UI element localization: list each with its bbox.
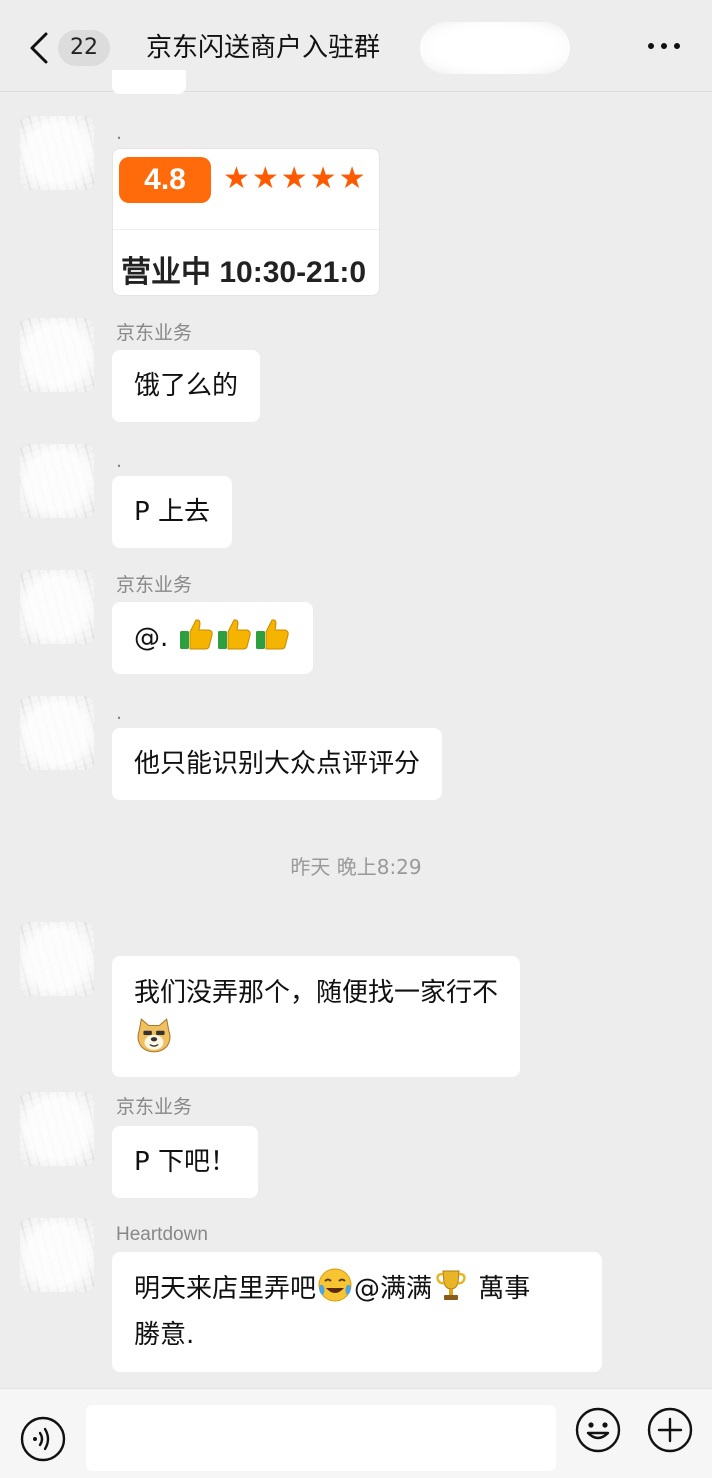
chat-header: 22 京东闪送商户入驻群	[0, 0, 712, 92]
message-bubble[interactable]: P 下吧！	[112, 1126, 258, 1198]
message-text: P 下吧！	[134, 1147, 236, 1177]
voice-icon[interactable]	[20, 1416, 66, 1462]
avatar[interactable]	[20, 570, 94, 644]
message-bubble[interactable]: 我们没弄那个，随便找一家行不	[112, 956, 521, 1077]
thumbs-up-icon	[217, 619, 251, 650]
message-text: @.	[134, 623, 177, 653]
chevron-left-icon[interactable]	[26, 28, 52, 68]
avatar[interactable]	[20, 318, 94, 392]
sender-name: 京东业务	[116, 1096, 193, 1118]
sender-name: .	[116, 122, 123, 144]
image-message[interactable]: 4.8 ★★★★★ 营业中 10:30-21:0	[112, 148, 380, 296]
sender-name: .	[116, 450, 123, 472]
message-text: 勝意.	[134, 1320, 195, 1350]
message-bubble-partial	[112, 70, 186, 94]
rating-badge: 4.8	[119, 157, 211, 203]
sender-name: 京东业务	[116, 574, 193, 596]
message-input[interactable]	[86, 1405, 556, 1471]
avatar[interactable]	[20, 1092, 94, 1166]
message-bubble[interactable]: 明天来店里弄吧 @满满 萬事 勝意.	[112, 1252, 602, 1372]
chat-title: 京东闪送商户入驻群	[146, 33, 381, 63]
sender-name: Heartdown	[116, 1224, 208, 1245]
message-bubble[interactable]: @.	[112, 602, 313, 674]
doge-icon	[137, 1018, 171, 1053]
avatar[interactable]	[20, 444, 94, 518]
sender-name: 京东业务	[116, 322, 193, 344]
more-icon[interactable]	[646, 36, 682, 56]
plus-icon[interactable]	[646, 1406, 694, 1454]
trophy-icon	[436, 1270, 466, 1300]
chat-timestamp: 昨天 晚上8:29	[290, 855, 422, 879]
thumbs-up-icon	[179, 619, 213, 650]
message-bubble[interactable]: 他只能识别大众点评评分	[112, 728, 443, 800]
sender-name: .	[116, 702, 123, 724]
avatar[interactable]	[20, 696, 94, 770]
message-text: 我们没弄那个，随便找一家行不	[134, 978, 499, 1008]
message-bubble[interactable]: P 上去	[112, 476, 232, 548]
message-text: 明天来店里弄吧	[134, 1274, 317, 1304]
unread-count-badge[interactable]: 22	[58, 30, 110, 66]
avatar[interactable]	[20, 922, 94, 996]
message-text: 萬事	[470, 1274, 531, 1304]
business-hours: 营业中 10:30-21:0	[121, 256, 367, 289]
rating-stars: ★★★★★	[223, 161, 368, 196]
message-text: @满满	[354, 1274, 433, 1304]
emoji-icon[interactable]	[574, 1406, 622, 1454]
header-divider	[0, 91, 712, 92]
thumbs-up-icon	[255, 619, 289, 650]
message-bubble[interactable]: 饿了么的	[112, 350, 261, 422]
message-text: 饿了么的	[134, 371, 239, 401]
message-text: P 上去	[134, 497, 210, 527]
crying-laughing-icon	[318, 1268, 352, 1302]
avatar[interactable]	[20, 116, 94, 190]
divider	[113, 229, 379, 230]
input-bar	[0, 1388, 712, 1478]
message-text: 他只能识别大众点评评分	[134, 749, 421, 779]
redaction-scribble	[420, 22, 570, 74]
avatar[interactable]	[20, 1218, 94, 1292]
